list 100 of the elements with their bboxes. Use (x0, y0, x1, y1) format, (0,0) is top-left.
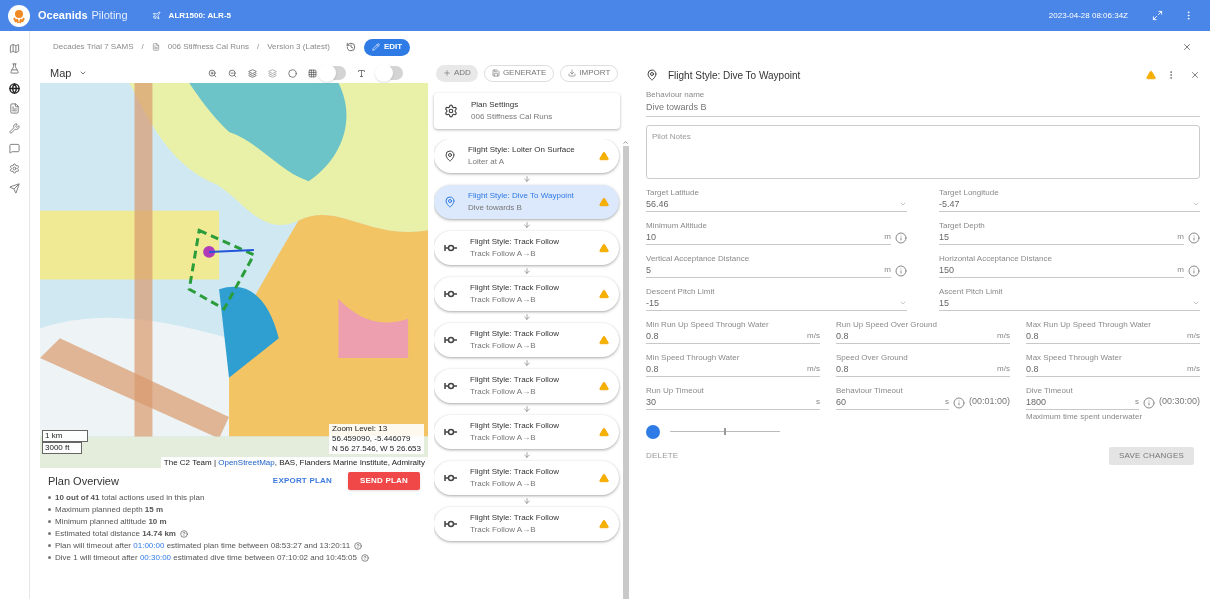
action-card[interactable]: Flight Style: Track Follow Track Follow A→B (434, 461, 619, 495)
color-swatch[interactable] (646, 424, 660, 439)
clock-text: 2023-04-28 08:06:34Z (1048, 9, 1128, 22)
send-icon[interactable] (9, 183, 20, 194)
card-subtitle: Loiter at A (468, 156, 506, 168)
breadcrumb-link[interactable]: Version 3 (Latest) (267, 41, 330, 53)
notes-field[interactable]: Pilot Notes (646, 124, 1200, 179)
layers-icon[interactable] (268, 68, 277, 78)
coordinates-panel: Zoom Level: 13 56.459090, -5.446079 N 56 27.546, W 5 26.653 (329, 424, 424, 454)
grid-icon[interactable] (308, 68, 317, 78)
circle-icon[interactable] (288, 68, 297, 78)
track-icon (444, 382, 458, 390)
number-field[interactable]: Target Longitude -5.47 (939, 187, 1200, 212)
attribution-text: The C2 Team | OpenStreetMap, BAS, Flanders Marine Institute, Admiralty (160, 457, 428, 468)
track-icon (444, 474, 458, 482)
layers-icon[interactable] (248, 68, 257, 78)
card-subtitle: Track Follow A→B (470, 294, 537, 306)
globe-icon[interactable] (9, 83, 20, 94)
help-icon[interactable] (360, 553, 369, 562)
map-dropdown[interactable]: Map (40, 64, 88, 82)
flask-icon[interactable] (9, 63, 20, 74)
action-card[interactable]: Flight Style: Track Follow Track Follow A→B (434, 507, 619, 541)
section-title: Plan Overview (48, 473, 119, 489)
track-icon (444, 290, 458, 298)
number-field[interactable]: Target Latitude 56.46 (646, 187, 907, 212)
number-field[interactable]: Speed Over Ground 0.8 m/s (836, 352, 1010, 377)
number-field[interactable]: Dive Timeout 1800 s (1026, 385, 1139, 410)
zoom-in-icon[interactable] (208, 68, 217, 78)
pencil-icon (371, 43, 380, 51)
plan-settings-card[interactable]: Plan Settings 006 Stiffness Cal Runs (434, 93, 620, 129)
scroll-up-icon[interactable] (622, 139, 629, 146)
action-card[interactable]: Flight Style: Track Follow Track Follow A→B (434, 277, 619, 311)
number-field[interactable]: Behaviour Timeout 60 s (836, 385, 949, 410)
info-icon[interactable] (1142, 396, 1155, 409)
action-card[interactable]: Flight Style: Track Follow Track Follow A→B (434, 323, 619, 357)
toggle-switch[interactable] (320, 66, 346, 80)
help-icon[interactable] (354, 541, 363, 550)
number-field[interactable]: Ascent Pitch Limit 15 (939, 286, 1200, 311)
info-icon[interactable] (895, 264, 907, 277)
action-card[interactable]: Flight Style: Track Follow Track Follow A→B (434, 369, 619, 403)
info-icon[interactable] (1188, 264, 1200, 277)
action-card[interactable]: Flight Style: Track Follow Track Follow A→B (434, 231, 619, 265)
number-field[interactable]: Minimum Altitude 10 m (646, 220, 891, 245)
chat-icon[interactable] (9, 143, 20, 154)
pin-icon (444, 196, 456, 208)
number-field[interactable]: Target Depth 15 m (939, 220, 1184, 245)
number-field[interactable]: Min Speed Through Water 0.8 m/s (646, 352, 820, 377)
track-icon (444, 244, 458, 252)
octopus-logo-icon (8, 4, 30, 27)
card-title: Flight Style: Track Follow (470, 420, 560, 432)
zoom-out-icon[interactable] (228, 68, 237, 78)
summary-line: Maximum planned depth 15 m (55, 504, 164, 515)
summary-line: 10 out of 41 total actions used in this plan (55, 492, 205, 503)
card-title: Flight Style: Track Follow (470, 374, 560, 386)
number-field[interactable]: Run Up Speed Over Ground 0.8 m/s (836, 319, 1010, 344)
add-button[interactable]: ADD (436, 64, 478, 82)
help-icon[interactable] (179, 529, 188, 538)
card-subtitle: Track Follow A→B (470, 524, 537, 536)
number-field[interactable]: Max Run Up Speed Through Water 0.8 m/s (1026, 319, 1200, 344)
send-button[interactable]: SEND PLAN (347, 472, 420, 490)
edit-button[interactable]: EDIT (363, 38, 411, 56)
number-field[interactable]: Horizontal Acceptance Distance 150 m (939, 253, 1184, 278)
close-icon[interactable] (1190, 70, 1200, 80)
wrench-icon[interactable] (9, 123, 20, 134)
number-field[interactable]: Run Up Timeout 30 s (646, 385, 820, 410)
action-card[interactable]: Flight Style: Dive To Waypoint Dive towards B (434, 185, 619, 219)
info-icon[interactable] (1188, 231, 1200, 244)
map-link[interactable]: OpenStreetMap (218, 458, 275, 467)
action-card[interactable]: Flight Style: Loiter On Surface Loiter at A (434, 139, 619, 173)
export-button[interactable]: EXPORT PLAN (272, 475, 332, 487)
save-button[interactable]: SAVE CHANGES (1109, 446, 1194, 465)
info-icon[interactable] (952, 396, 965, 409)
download-icon (568, 69, 577, 77)
card-title: Plan Settings (471, 99, 520, 111)
track-icon (444, 520, 458, 528)
text-icon[interactable] (357, 68, 366, 78)
card-title: Flight Style: Track Follow (470, 236, 560, 248)
window-icon[interactable] (1152, 10, 1163, 21)
breadcrumb-link[interactable]: Decades Trial 7 SAMS (53, 41, 134, 53)
history-icon[interactable] (345, 42, 356, 52)
number-field[interactable]: Descent Pitch Limit -15 (646, 286, 907, 311)
toggle-switch[interactable] (377, 66, 403, 80)
number-field[interactable]: Min Run Up Speed Through Water 0.8 m/s (646, 319, 820, 344)
action-card[interactable]: Flight Style: Track Follow Track Follow A→B (434, 415, 619, 449)
scrollbar[interactable] (621, 139, 630, 599)
number-field[interactable]: Max Speed Through Water 0.8 m/s (1026, 352, 1200, 377)
breadcrumb-link[interactable]: 006 Stiffness Cal Runs (167, 41, 249, 53)
map-icon[interactable] (9, 43, 20, 54)
document-icon[interactable] (9, 103, 20, 114)
settings-icon[interactable] (9, 163, 20, 174)
map-view[interactable]: 1 km 3000 ft Zoom Level: 13 56.459090, -5.446079 N 56 27.546, W 5 26.653 The C2 Team | OpenStreetMap, BAS, Flanders Marine Institute, Admiralty (40, 83, 428, 468)
card-subtitle: Track Follow A→B (470, 248, 537, 260)
summary-line: Dive 1 will timeout after 00:30:00 estimated dive time between 07:10:02 and 10:45:05 (55, 552, 357, 563)
name-field[interactable]: Behaviour name Dive towards B (646, 89, 1200, 117)
number-field[interactable]: Vertical Acceptance Distance 5 m (646, 253, 891, 278)
info-icon[interactable] (895, 231, 907, 244)
summary-line: Plan will timeout after 01:00:00 estimated plan time between 08:53:27 and 13:20:11 (55, 540, 351, 551)
close-icon[interactable] (1182, 42, 1192, 52)
plus-icon (443, 69, 451, 77)
arrow-down-icon (522, 267, 531, 275)
